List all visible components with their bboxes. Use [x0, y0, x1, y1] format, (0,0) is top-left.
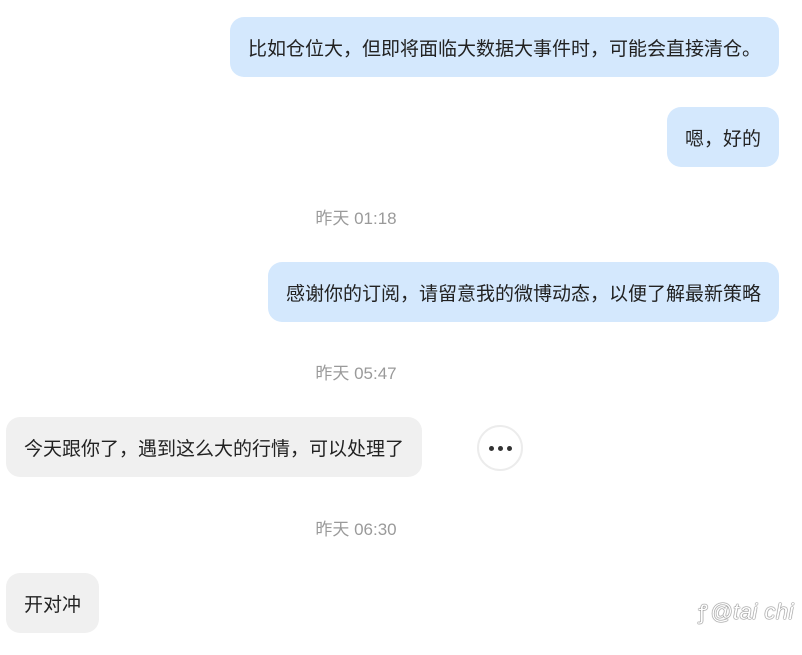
message-bubble-outgoing[interactable]: 比如仓位大，但即将面临大数据大事件时，可能会直接清仓。 [229, 17, 779, 77]
timestamp: 昨天 01:18 [315, 209, 397, 228]
message-text: 今天跟你了，遇到这么大的行情，可以处理了 [24, 437, 405, 460]
chat-thread: 比如仓位大，但即将面临大数据大事件时，可能会直接清仓。 嗯，好的 昨天 01:1… [0, 0, 802, 655]
message-bubble-incoming[interactable]: 今天跟你了，遇到这么大的行情，可以处理了 [6, 417, 423, 477]
timestamp: 昨天 05:47 [315, 364, 397, 383]
zhihu-logo-icon: ꝭ [698, 602, 709, 624]
more-options-button[interactable] [477, 425, 523, 471]
message-text: 嗯，好的 [684, 127, 761, 150]
message-text: 比如仓位大，但即将面临大数据大事件时，可能会直接清仓。 [247, 37, 761, 60]
message-bubble-incoming[interactable]: 开对冲 [6, 573, 100, 633]
more-horizontal-icon [488, 445, 494, 451]
message-bubble-outgoing[interactable]: 感谢你的订阅，请留意我的微博动态，以便了解最新策略 [267, 262, 779, 322]
message-text: 感谢你的订阅，请留意我的微博动态，以便了解最新策略 [285, 282, 761, 305]
watermark: ꝭ @tai chi [698, 598, 794, 625]
message-bubble-outgoing[interactable]: 嗯，好的 [666, 107, 779, 167]
more-horizontal-icon-dot [497, 445, 503, 451]
more-horizontal-icon-dot [506, 445, 512, 451]
message-text: 开对冲 [24, 593, 82, 616]
watermark-text: @tai chi [710, 598, 794, 624]
timestamp: 昨天 06:30 [315, 520, 397, 539]
